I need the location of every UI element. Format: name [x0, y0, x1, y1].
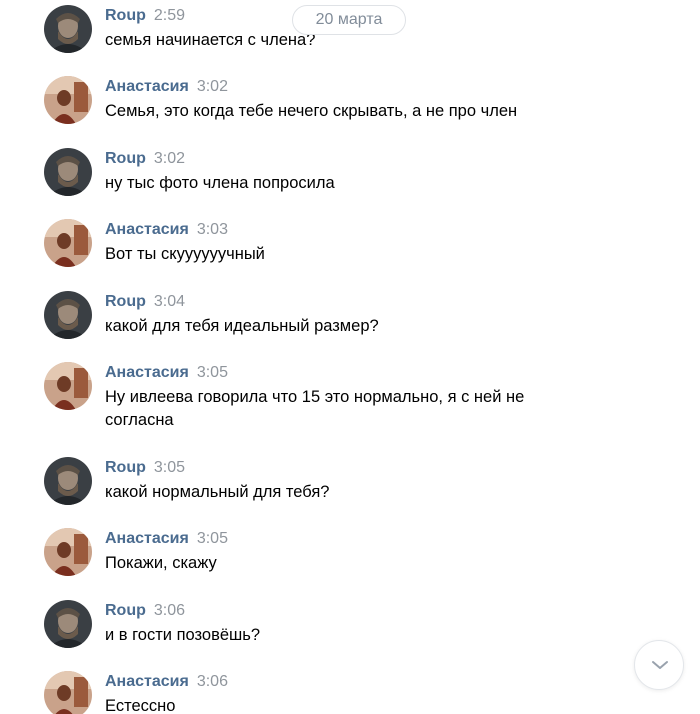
message-meta: Roup 3:05	[105, 457, 185, 479]
message-item: Анастасия 3:05 Ну ивлеева говорила что 15…	[0, 362, 640, 434]
avatar-roup[interactable]	[44, 5, 92, 53]
message-meta: Анастасия 3:05	[105, 362, 228, 384]
message-line: Ну ивлеева говорила что 15 это нормально…	[105, 388, 525, 406]
date-separator: 20 марта	[292, 5, 406, 35]
message-text: и в гости позовёшь?	[105, 624, 575, 647]
message-time: 3:02	[196, 78, 228, 95]
message-time: 3:05	[153, 459, 186, 476]
avatar-roup[interactable]	[44, 600, 92, 648]
message-text: ну тыс фото члена попросила	[105, 172, 575, 195]
avatar-roup[interactable]	[44, 457, 92, 505]
author-name[interactable]: Анастасия	[105, 530, 189, 547]
message-time: 3:06	[196, 673, 228, 690]
author-name[interactable]: Roup	[105, 7, 146, 24]
message-time: 3:04	[153, 293, 186, 310]
message-line: Покажи, скажу	[105, 554, 217, 572]
message-meta: Roup 3:04	[105, 291, 185, 313]
avatar-anastasia[interactable]	[44, 219, 92, 267]
message-line: какой нормальный для тебя?	[105, 483, 330, 501]
author-name[interactable]: Анастасия	[105, 364, 189, 381]
message-text: Вот ты скууууууч­ный	[105, 243, 575, 266]
message-meta: Анастасия 3:02	[105, 76, 228, 98]
author-name[interactable]: Roup	[105, 150, 146, 167]
avatar-anastasia[interactable]	[44, 671, 92, 714]
message-item: Roup 3:02 ну тыс фото члена попросила	[0, 148, 640, 196]
message-line: Семья, это когда тебе нечего скрывать, а…	[105, 102, 518, 120]
message-time: 3:02	[153, 150, 186, 167]
message-text: какой нормальный для тебя?	[105, 481, 575, 504]
avatar-anastasia[interactable]	[44, 76, 92, 124]
message-meta: Roup 3:06	[105, 600, 185, 622]
message-item: Анастасия 3:03 Вот ты скууууууч­ный	[0, 219, 640, 267]
author-name[interactable]: Анастасия	[105, 78, 189, 95]
message-time: 3:06	[153, 602, 186, 619]
author-name[interactable]: Анастасия	[105, 673, 189, 690]
message-text: какой для тебя идеальный размер?	[105, 315, 575, 338]
avatar-anastasia[interactable]	[44, 528, 92, 576]
message-line: и в гости позовёшь?	[105, 626, 261, 644]
message-line: Вот ты скууууууч­ный	[105, 245, 265, 263]
scroll-down-button[interactable]	[634, 640, 684, 690]
message-line: Естессно	[105, 697, 176, 714]
message-meta: Анастасия 3:06	[105, 671, 228, 693]
message-item: Анастасия 3:02 Семья, это когда тебе нече…	[0, 76, 640, 124]
message-item: Roup 3:04 какой для тебя идеальный размер…	[0, 291, 640, 339]
message-text: Покажи, скажу	[105, 552, 575, 575]
message-text: Естессно	[105, 695, 575, 714]
message-time: 3:03	[196, 221, 228, 238]
message-time: 2:59	[153, 7, 186, 24]
author-name[interactable]: Roup	[105, 293, 146, 310]
author-name[interactable]: Анастасия	[105, 221, 189, 238]
message-text: Семья, это когда тебе нечего скрывать, а…	[105, 100, 575, 123]
message-meta: Анастасия 3:03	[105, 219, 228, 241]
message-line: семья начинается с члена?	[105, 31, 316, 49]
message-item: Анастасия 3:06 Естессно	[0, 671, 640, 714]
message-meta: Roup 3:02	[105, 148, 185, 170]
chevron-down-icon	[652, 661, 668, 669]
message-time: 3:05	[196, 530, 228, 547]
author-name[interactable]: Roup	[105, 459, 146, 476]
avatar-anastasia[interactable]	[44, 362, 92, 410]
message-item: Анастасия 3:05 Покажи, скажу	[0, 528, 640, 576]
message-meta: Roup 2:59	[105, 5, 185, 27]
message-line: согласна	[105, 411, 174, 429]
message-line: ну тыс фото члена попросила	[105, 174, 335, 192]
chat-history[interactable]: Roup 2:59 семья начинается с члена? Анаст…	[0, 0, 700, 714]
avatar-roup[interactable]	[44, 291, 92, 339]
message-item: Roup 3:05 какой нормальный для тебя?	[0, 457, 640, 505]
message-line: какой для тебя идеальный размер?	[105, 317, 379, 335]
author-name[interactable]: Roup	[105, 602, 146, 619]
avatar-roup[interactable]	[44, 148, 92, 196]
message-item: Roup 3:06 и в гости позовёшь?	[0, 600, 640, 648]
message-meta: Анастасия 3:05	[105, 528, 228, 550]
message-text: Ну ивлеева говорила что 15 это нормально…	[105, 386, 575, 432]
message-time: 3:05	[196, 364, 228, 381]
